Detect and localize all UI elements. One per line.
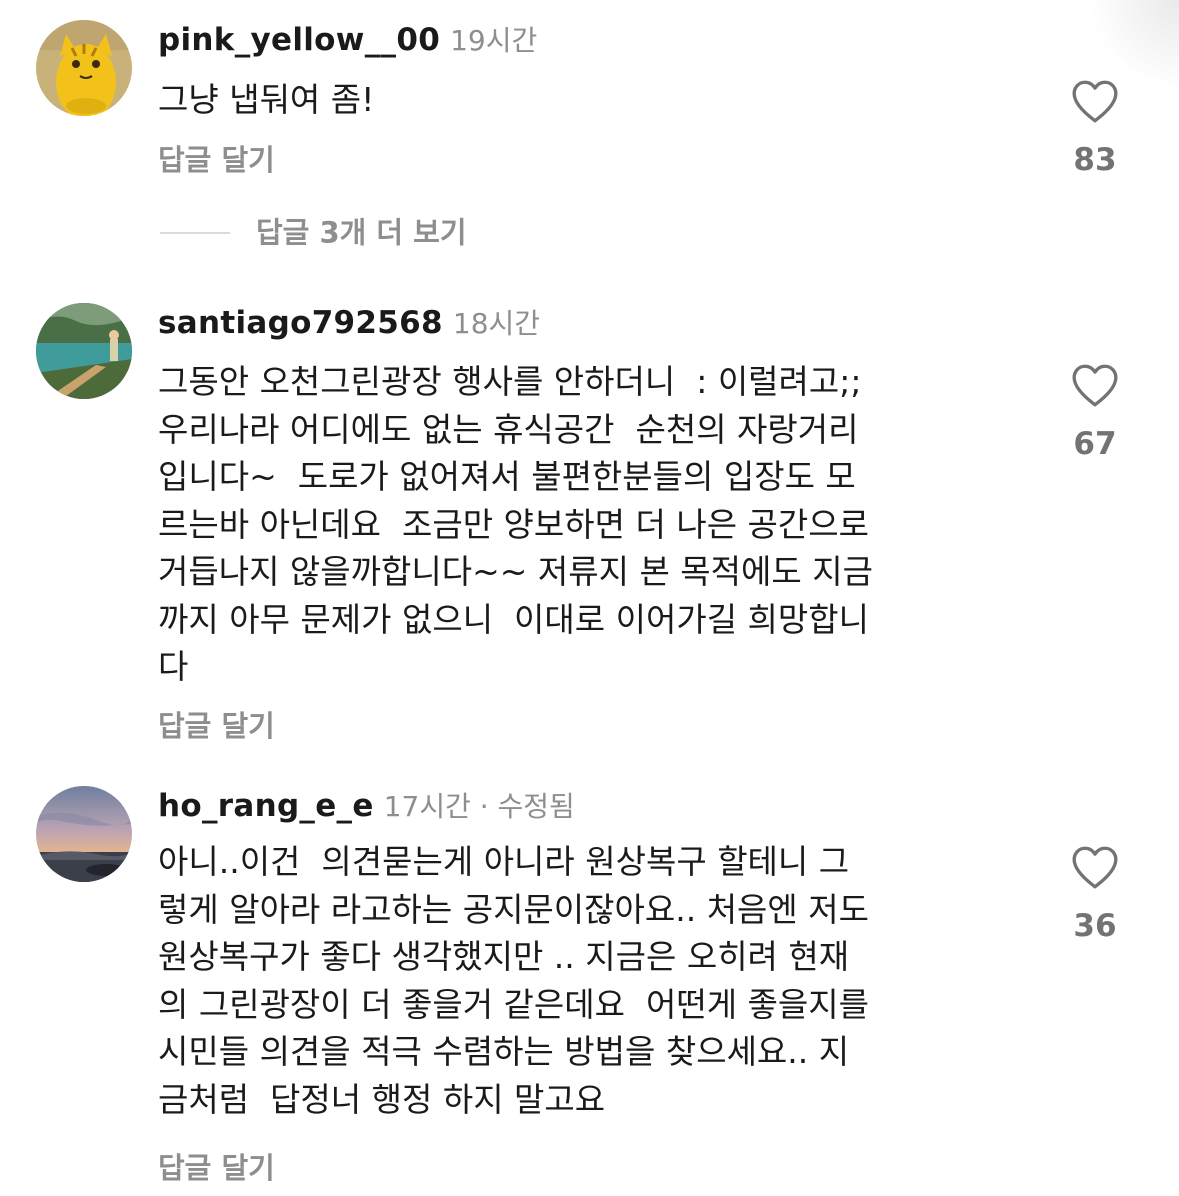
like-area: 67 bbox=[1060, 362, 1130, 462]
reply-button[interactable]: 답글 달기 bbox=[158, 1148, 275, 1188]
view-more-replies-button[interactable]: 답글 3개 더 보기 bbox=[160, 212, 467, 252]
comment-header: pink_yellow__00 19시간 bbox=[158, 20, 537, 60]
username[interactable]: ho_rang_e_e bbox=[158, 788, 374, 824]
timestamp: 18시간 bbox=[452, 307, 541, 340]
heart-outline-icon[interactable] bbox=[1070, 78, 1120, 124]
like-count: 83 bbox=[1073, 142, 1117, 178]
reply-button[interactable]: 답글 달기 bbox=[158, 140, 275, 180]
comment-text: 그냥 냅둬여 좀! bbox=[158, 80, 375, 119]
comment-header: ho_rang_e_e 17시간 · 수정됨 bbox=[158, 786, 575, 826]
avatar[interactable] bbox=[36, 786, 132, 882]
sunset-photo-avatar-icon bbox=[36, 786, 132, 882]
comment-header: santiago792568 18시간 bbox=[158, 303, 540, 343]
heart-outline-icon[interactable] bbox=[1070, 362, 1120, 408]
timestamp: 19시간 bbox=[450, 24, 538, 57]
timestamp: 17시간 · 수정됨 bbox=[383, 790, 575, 823]
reply-button[interactable]: 답글 달기 bbox=[158, 706, 275, 746]
thread-line bbox=[160, 231, 230, 234]
avatar[interactable] bbox=[36, 303, 132, 399]
heart-outline-icon[interactable] bbox=[1070, 844, 1120, 890]
corner-shadow bbox=[1089, 0, 1179, 90]
like-area: 83 bbox=[1060, 78, 1130, 178]
like-count: 67 bbox=[1073, 426, 1117, 462]
username[interactable]: pink_yellow__00 bbox=[158, 22, 440, 58]
cat-figurine-avatar-icon bbox=[36, 20, 132, 116]
username[interactable]: santiago792568 bbox=[158, 305, 443, 341]
comment-text: 그동안 오천그린광장 행사를 안하더니 : 이럴려고;; 우리나라 어디에도 없… bbox=[158, 362, 873, 686]
like-count: 36 bbox=[1073, 908, 1117, 944]
avatar[interactable] bbox=[36, 20, 132, 116]
view-replies-label: 답글 3개 더 보기 bbox=[256, 215, 467, 250]
like-area: 36 bbox=[1060, 844, 1130, 944]
comment-text: 아니..이건 의견묻는게 아니라 원상복구 할테니 그 렇게 알아라 라고하는 … bbox=[158, 842, 869, 1119]
boardwalk-photo-avatar-icon bbox=[36, 303, 132, 399]
